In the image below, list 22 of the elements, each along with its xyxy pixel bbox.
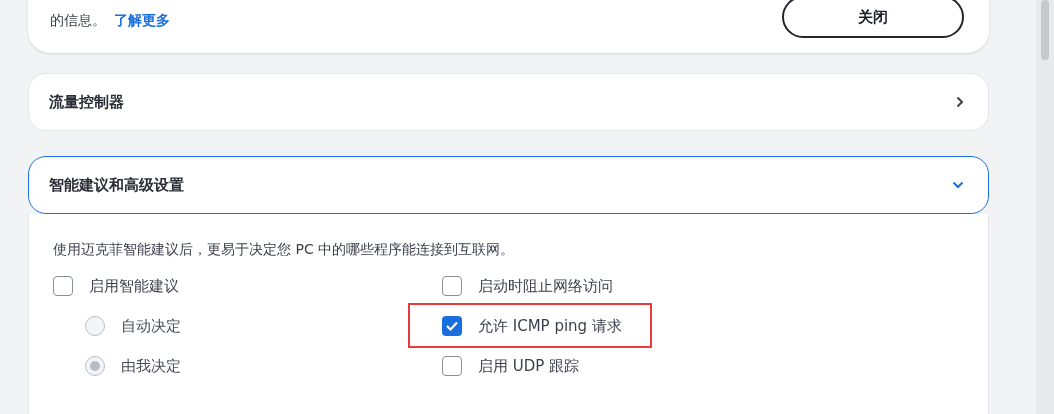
checkbox-label: 允许 ICMP ping 请求	[478, 315, 622, 337]
checkbox[interactable]	[53, 276, 73, 296]
section-header[interactable]: 智能建议和高级设置	[28, 156, 989, 214]
description-text: 的信息。	[50, 12, 106, 28]
checkbox[interactable]	[442, 276, 462, 296]
section-title: 智能建议和高级设置	[49, 174, 184, 196]
chevron-down-icon	[952, 181, 964, 189]
close-button[interactable]: 关闭	[782, 0, 964, 38]
checkbox-label: 启用 UDP 跟踪	[478, 355, 580, 377]
scrollbar[interactable]	[1036, 0, 1054, 414]
description-text: 使用迈克菲智能建议后，更易于决定您 PC 中的哪些程序能连接到互联网。	[53, 240, 516, 259]
learn-more-link[interactable]: 了解更多	[114, 12, 170, 28]
radio-label: 由我决定	[121, 355, 181, 377]
check-icon	[445, 320, 459, 332]
radio-label: 自动决定	[121, 315, 181, 337]
checkbox[interactable]	[442, 356, 462, 376]
checkbox-label: 启动时阻止网络访问	[478, 275, 613, 297]
checkbox-label: 启用智能建议	[89, 275, 179, 297]
checkbox[interactable]	[442, 316, 462, 336]
section-title: 流量控制器	[49, 91, 124, 113]
chevron-right-icon	[956, 96, 964, 108]
section-header[interactable]: 流量控制器	[28, 73, 989, 131]
